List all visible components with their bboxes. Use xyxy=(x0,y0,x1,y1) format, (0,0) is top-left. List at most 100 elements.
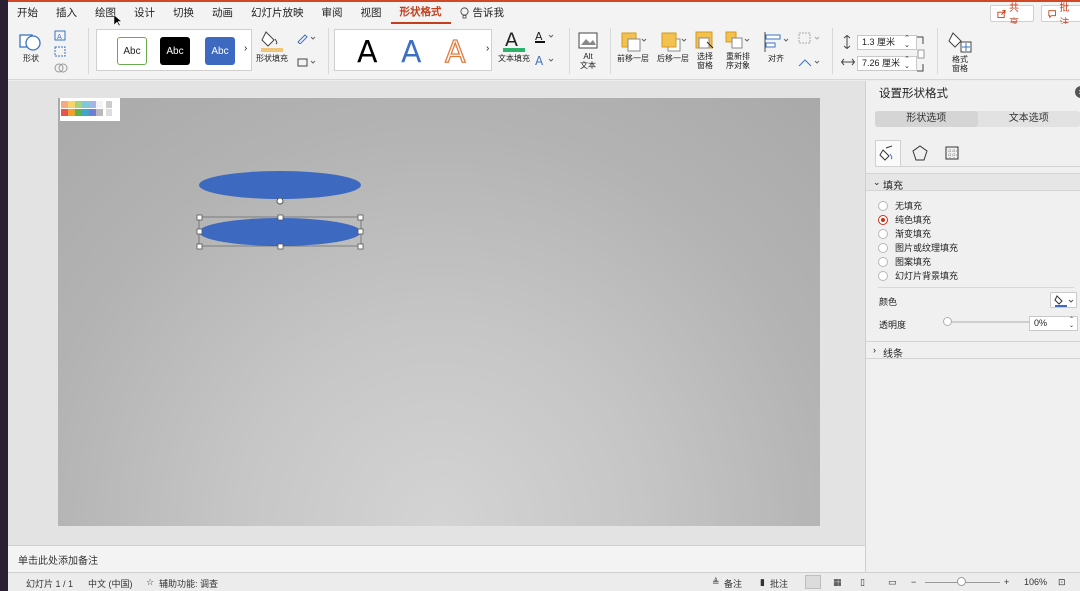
shapes-button[interactable]: 形状 xyxy=(16,30,46,63)
menu-tab-bar: 开始 插入 绘图 设计 切换 动画 幻灯片放映 审阅 视图 形状格式 告诉我 xyxy=(8,2,1080,24)
shape-fill-button[interactable]: 形状填充 xyxy=(255,28,289,63)
width-icon xyxy=(841,58,855,66)
tab-home[interactable]: 开始 xyxy=(8,2,47,24)
radio-icon[interactable] xyxy=(878,270,888,281)
wordart-orange-outline[interactable]: A xyxy=(444,34,466,71)
effects-pentagon-icon[interactable] xyxy=(907,140,933,166)
language-indicator[interactable]: 中文 (中国) xyxy=(88,577,133,590)
gallery-next-arrow[interactable]: › xyxy=(244,43,247,54)
radio-icon[interactable] xyxy=(878,200,888,211)
slide-sorter-icon[interactable]: ▦ xyxy=(833,577,842,588)
fill-option-label: 无填充 xyxy=(895,201,923,211)
fill-option-slide-background[interactable]: 幻灯片背景填充 xyxy=(878,269,958,282)
fit-slide-icon[interactable]: ⊡ xyxy=(1058,577,1066,588)
fill-line-icon[interactable] xyxy=(875,140,901,166)
lock-aspect-ratio-icon[interactable] xyxy=(916,36,926,72)
comments-button[interactable]: 批注 xyxy=(1041,3,1080,29)
radio-icon[interactable] xyxy=(878,242,888,253)
align-button[interactable]: 对齐 xyxy=(758,30,794,63)
shape-effects-button[interactable] xyxy=(296,56,318,68)
rotate-button[interactable] xyxy=(797,56,823,68)
radio-selected-icon[interactable] xyxy=(878,214,888,225)
radio-icon[interactable] xyxy=(878,228,888,239)
fill-section-header[interactable]: ⌄ 填充 xyxy=(866,173,1080,192)
transparency-slider-track[interactable] xyxy=(946,321,1032,323)
line-header-label: 线条 xyxy=(883,349,903,360)
zoom-in-icon[interactable]: + xyxy=(1004,577,1009,587)
tab-shape-format[interactable]: 形状格式 xyxy=(390,2,451,24)
comment-icon[interactable]: ▮ xyxy=(760,577,765,588)
fill-option-solid[interactable]: 纯色填充 xyxy=(878,213,931,226)
text-effects-button[interactable]: A xyxy=(534,54,556,68)
radio-icon[interactable] xyxy=(878,256,888,267)
accessibility-icon[interactable]: ☆ xyxy=(146,577,154,588)
group-button[interactable] xyxy=(797,32,823,44)
fill-option-pattern[interactable]: 图案填充 xyxy=(878,255,931,268)
align-icon xyxy=(764,32,789,52)
tab-insert[interactable]: 插入 xyxy=(47,2,86,24)
selection-pane-button[interactable]: 选择 窗格 xyxy=(694,30,716,70)
edit-shape-button[interactable]: A xyxy=(54,30,74,42)
width-stepper[interactable]: ⌃ ⌄ xyxy=(904,56,910,70)
edit-shape-icon: A xyxy=(54,30,66,41)
shape-outline-button[interactable] xyxy=(296,32,318,44)
close-icon[interactable]: × xyxy=(1075,86,1080,98)
reading-view-icon[interactable]: ▯ xyxy=(860,577,865,588)
transparency-slider-thumb[interactable] xyxy=(943,317,952,326)
wordart-next-arrow[interactable]: › xyxy=(486,43,489,54)
color-swatch-palette[interactable] xyxy=(60,98,120,121)
transparency-stepper[interactable]: ⌃ ⌄ xyxy=(1069,317,1074,329)
normal-view-icon[interactable] xyxy=(805,575,821,589)
share-button[interactable]: 共享 xyxy=(990,3,1034,29)
fill-option-gradient[interactable]: 渐变填充 xyxy=(878,227,931,240)
style-solid-blue[interactable]: Abc xyxy=(205,37,235,65)
mouse-cursor-icon xyxy=(114,15,122,27)
tab-animations[interactable]: 动画 xyxy=(203,2,242,24)
text-fill-label: 文本填充 xyxy=(498,54,530,63)
tab-transitions[interactable]: 切换 xyxy=(164,2,203,24)
selected-oval-shape[interactable] xyxy=(199,218,361,246)
notes-area[interactable]: 单击此处添加备注 xyxy=(8,545,865,572)
chevron-right-icon: › xyxy=(873,345,876,355)
zoom-out-icon[interactable]: − xyxy=(911,577,916,587)
fill-option-picture[interactable]: 图片或纹理填充 xyxy=(878,241,958,254)
tab-design[interactable]: 设计 xyxy=(125,2,164,24)
bring-forward-button[interactable]: 前移一层 xyxy=(615,30,651,63)
wordart-black[interactable]: A xyxy=(357,35,378,71)
wordart-blue[interactable]: A xyxy=(401,35,422,71)
zoom-level[interactable]: 106% xyxy=(1024,577,1047,587)
slide-canvas[interactable] xyxy=(58,98,820,526)
reorder-objects-button[interactable]: 重新排 序对象 xyxy=(720,30,756,70)
tab-review[interactable]: 审阅 xyxy=(313,2,352,24)
style-solid-black[interactable]: Abc xyxy=(160,37,190,65)
color-picker-button[interactable] xyxy=(1050,292,1077,308)
line-section-header[interactable]: › 线条 xyxy=(866,341,1080,360)
status-bar: 幻灯片 1 / 1 中文 (中国) ☆ 辅助功能: 调查 ≜ 备注 ▮ 批注 ▦… xyxy=(8,572,1080,591)
slideshow-icon[interactable]: ▭ xyxy=(888,577,897,588)
tab-slideshow[interactable]: 幻灯片放映 xyxy=(242,2,313,24)
zoom-slider-thumb[interactable] xyxy=(957,577,966,586)
shapes-label: 形状 xyxy=(23,54,39,63)
upper-oval-shape[interactable] xyxy=(199,171,361,199)
comments-toggle[interactable]: 批注 xyxy=(770,577,788,590)
rotate-handle-icon[interactable] xyxy=(276,197,284,205)
height-stepper[interactable]: ⌃ ⌄ xyxy=(904,35,910,49)
tell-me-search[interactable]: 告诉我 xyxy=(451,2,514,24)
svg-text:A: A xyxy=(535,54,544,68)
tab-text-options[interactable]: 文本选项 xyxy=(978,111,1080,127)
fill-option-none[interactable]: 无填充 xyxy=(878,199,922,212)
tab-view[interactable]: 视图 xyxy=(352,2,391,24)
merge-shapes-button[interactable] xyxy=(54,62,74,74)
text-box-button[interactable] xyxy=(54,46,74,58)
notes-toggle-icon[interactable]: ≜ xyxy=(712,577,720,588)
text-fill-button[interactable]: A 文本填充 xyxy=(496,28,532,63)
size-properties-icon[interactable] xyxy=(939,140,965,166)
notes-toggle[interactable]: 备注 xyxy=(724,577,742,590)
style-outline-green[interactable]: Abc xyxy=(117,37,147,65)
tab-shape-options[interactable]: 形状选项 xyxy=(875,111,978,127)
alt-text-button[interactable]: Alt 文本 xyxy=(575,30,601,70)
accessibility-status[interactable]: 辅助功能: 调查 xyxy=(159,577,218,590)
text-outline-button[interactable]: A xyxy=(534,30,556,44)
format-pane-button[interactable]: 格式 窗格 xyxy=(945,29,975,73)
send-backward-button[interactable]: 后移一层 xyxy=(655,30,691,63)
